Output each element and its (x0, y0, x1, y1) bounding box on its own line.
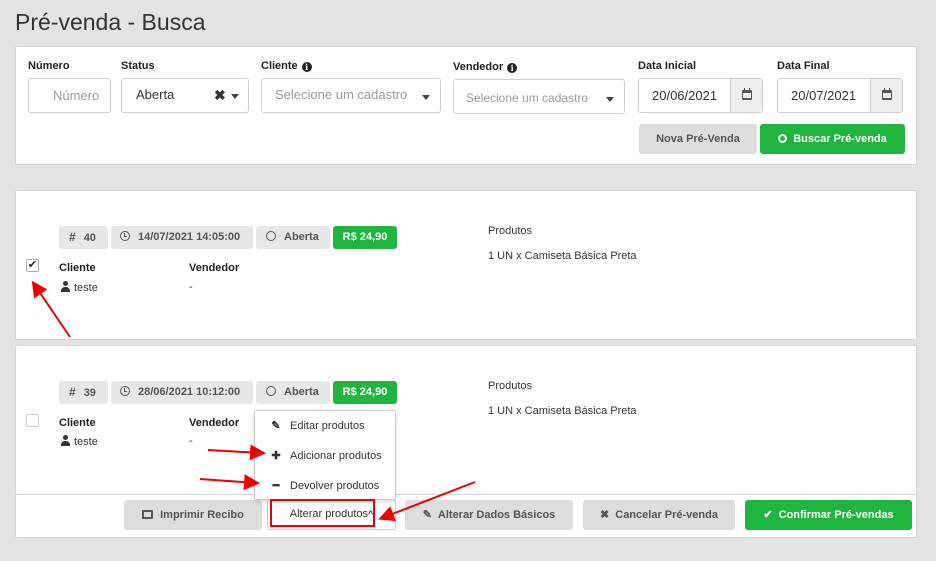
order-datetime-tag: 14/07/2021 14:05:00 (111, 226, 253, 249)
vendedor-select[interactable]: Selecione um cadastro (453, 79, 625, 114)
order-total-tag: R$ 24,90 (333, 381, 397, 404)
printer-icon (142, 510, 154, 519)
page-title: Pré-venda - Busca (15, 9, 206, 35)
produtos-value: 1 UN x Camiseta Básica Preta (488, 405, 637, 417)
check-icon: ✔ (763, 509, 773, 521)
pencil-icon: ✎ (422, 509, 432, 521)
imprimir-recibo-button[interactable]: Imprimir Recibo (124, 500, 262, 530)
info-icon: i (507, 63, 518, 73)
chevron-down-icon[interactable] (422, 95, 430, 100)
cancelar-pre-venda-button[interactable]: ✖ Cancelar Pré-venda (583, 500, 735, 530)
chevron-down-icon[interactable] (231, 94, 239, 99)
data-inicial-label: Data Inicial (638, 60, 697, 72)
clear-icon[interactable]: ✖ (214, 87, 226, 104)
clock-icon (120, 386, 130, 396)
cliente-label: Cliente (59, 417, 96, 429)
menu-item-adicionar-produtos[interactable]: ✚ Adicionar produtos (255, 444, 395, 468)
circle-icon (266, 231, 276, 241)
chevron-down-icon[interactable] (606, 97, 614, 102)
order-status-tag: Aberta (256, 381, 330, 404)
vendedor-value: - (189, 435, 193, 447)
data-final-input[interactable]: 20/07/2021 (777, 78, 903, 113)
numero-label: Número (28, 60, 70, 72)
user-icon (60, 281, 71, 292)
confirmar-pre-vendas-button[interactable]: ✔ Confirmar Pré-vendas (745, 500, 912, 530)
pencil-icon: ✎ (271, 420, 281, 432)
produtos-label: Produtos (488, 225, 533, 237)
menu-item-editar-produtos[interactable]: ✎ Editar produtos (255, 414, 395, 438)
order-card[interactable]: #40 14/07/2021 14:05:00 Aberta R$ 24,90 … (15, 190, 917, 340)
circle-icon (266, 386, 276, 396)
cliente-value: teste (60, 435, 98, 448)
annotation-highlight-box (270, 499, 375, 527)
vendedor-label: Vendedor (189, 417, 240, 429)
calendar-icon (882, 88, 892, 100)
hash-icon: # (69, 230, 76, 244)
data-final-label: Data Final (777, 60, 830, 72)
produtos-label: Produtos (488, 380, 533, 392)
cliente-label: Cliente (59, 262, 96, 274)
calendar-button[interactable] (730, 79, 762, 112)
close-icon: ✖ (600, 509, 610, 521)
clock-icon (120, 231, 130, 241)
order-number-tag: #40 (59, 226, 108, 249)
search-icon (778, 134, 788, 143)
buscar-pre-venda-button[interactable]: Buscar Pré-venda (760, 124, 905, 154)
cliente-value: teste (60, 281, 98, 294)
filter-panel: Número Número Status Aberta ✖ Cliente i S… (15, 46, 917, 165)
hash-icon: # (69, 385, 76, 399)
minus-icon: ━ (272, 480, 280, 492)
order-number-tag: #39 (59, 381, 108, 404)
status-label: Status (121, 60, 155, 72)
nova-pre-venda-button[interactable]: Nova Pré-Venda (639, 124, 757, 154)
user-icon (60, 435, 71, 446)
plus-icon: ✚ (271, 450, 281, 462)
vendedor-value: - (189, 281, 193, 293)
cliente-label: Cliente i (261, 60, 312, 72)
calendar-button[interactable] (870, 79, 902, 112)
order-select-checkbox[interactable]: ✔ (26, 259, 39, 272)
alterar-produtos-menu: ✎ Editar produtos ✚ Adicionar produtos ━ De… (254, 410, 396, 500)
info-icon: i (301, 62, 312, 72)
alterar-dados-basicos-button[interactable]: ✎ Alterar Dados Básicos (405, 500, 573, 530)
order-card[interactable]: #39 28/06/2021 10:12:00 Aberta R$ 24,90 … (15, 345, 917, 495)
data-inicial-input[interactable]: 20/06/2021 (638, 78, 763, 113)
order-status-tag: Aberta (256, 226, 330, 249)
order-select-checkbox[interactable] (26, 414, 39, 427)
order-datetime-tag: 28/06/2021 10:12:00 (111, 381, 253, 404)
vendedor-label: Vendedor (189, 262, 240, 274)
calendar-icon (742, 88, 752, 100)
order-total-tag: R$ 24,90 (333, 226, 397, 249)
numero-input[interactable]: Número (28, 78, 111, 113)
cliente-select[interactable]: Selecione um cadastro (261, 78, 441, 113)
status-select[interactable]: Aberta ✖ (121, 78, 249, 113)
check-icon: ✔ (27, 259, 38, 271)
produtos-value: 1 UN x Camiseta Básica Preta (488, 250, 637, 262)
menu-item-devolver-produtos[interactable]: ━ Devolver produtos (255, 474, 395, 498)
vendedor-label: Vendedor i (453, 61, 518, 73)
